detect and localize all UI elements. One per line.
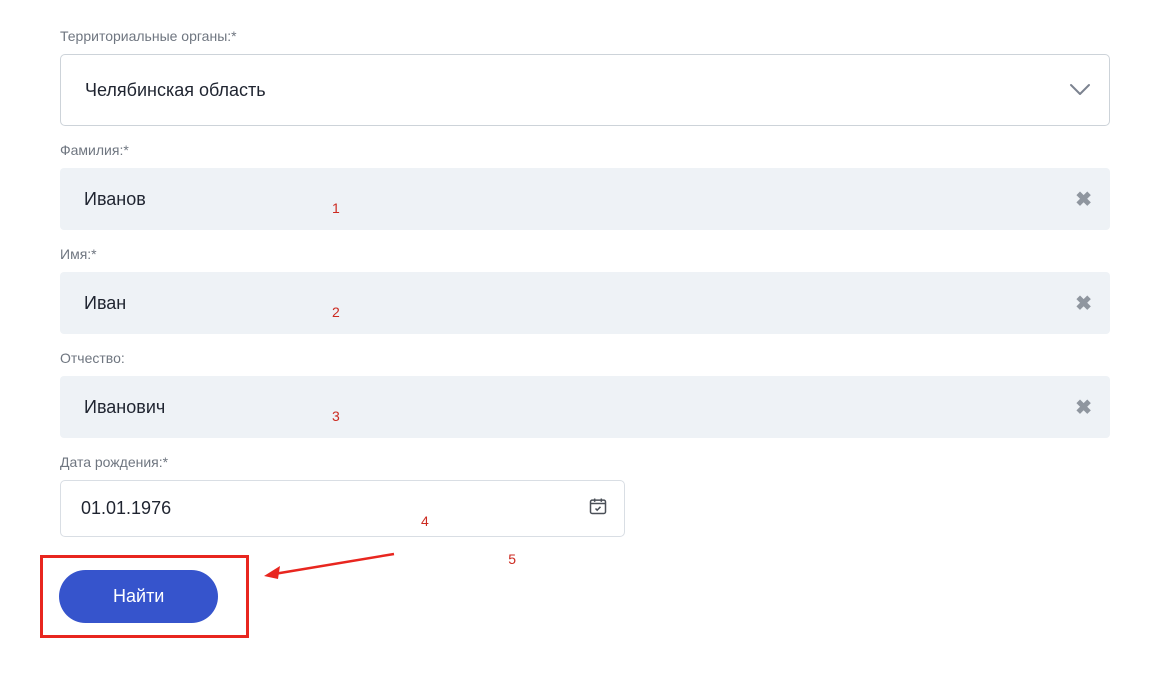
lastname-label: Фамилия:* [60,142,1110,158]
calendar-icon[interactable] [588,496,608,521]
territorial-label: Территориальные органы:* [60,28,1110,44]
territorial-value: Челябинская область [85,80,266,101]
birthdate-field[interactable]: 4 [60,480,625,537]
annotation-highlight-frame: Найти [40,555,249,638]
annotation-marker: 5 [508,551,516,567]
clear-icon[interactable]: ✖ [1075,395,1092,420]
patronymic-field[interactable]: 3 ✖ [60,376,1110,438]
clear-icon[interactable]: ✖ [1075,187,1092,212]
territorial-select[interactable]: Челябинская область [60,54,1110,126]
annotation-arrow [264,544,404,589]
annotation-marker: 4 [421,513,429,529]
firstname-field[interactable]: 2 ✖ [60,272,1110,334]
birthdate-label: Дата рождения:* [60,454,1110,470]
find-button[interactable]: Найти [59,570,218,623]
lastname-input[interactable] [84,189,1075,210]
clear-icon[interactable]: ✖ [1075,291,1092,316]
firstname-label: Имя:* [60,246,1110,262]
chevron-down-icon [1069,83,1091,97]
birthdate-input[interactable] [81,498,588,519]
patronymic-label: Отчество: [60,350,1110,366]
patronymic-input[interactable] [84,397,1075,418]
lastname-field[interactable]: 1 ✖ [60,168,1110,230]
firstname-input[interactable] [84,293,1075,314]
